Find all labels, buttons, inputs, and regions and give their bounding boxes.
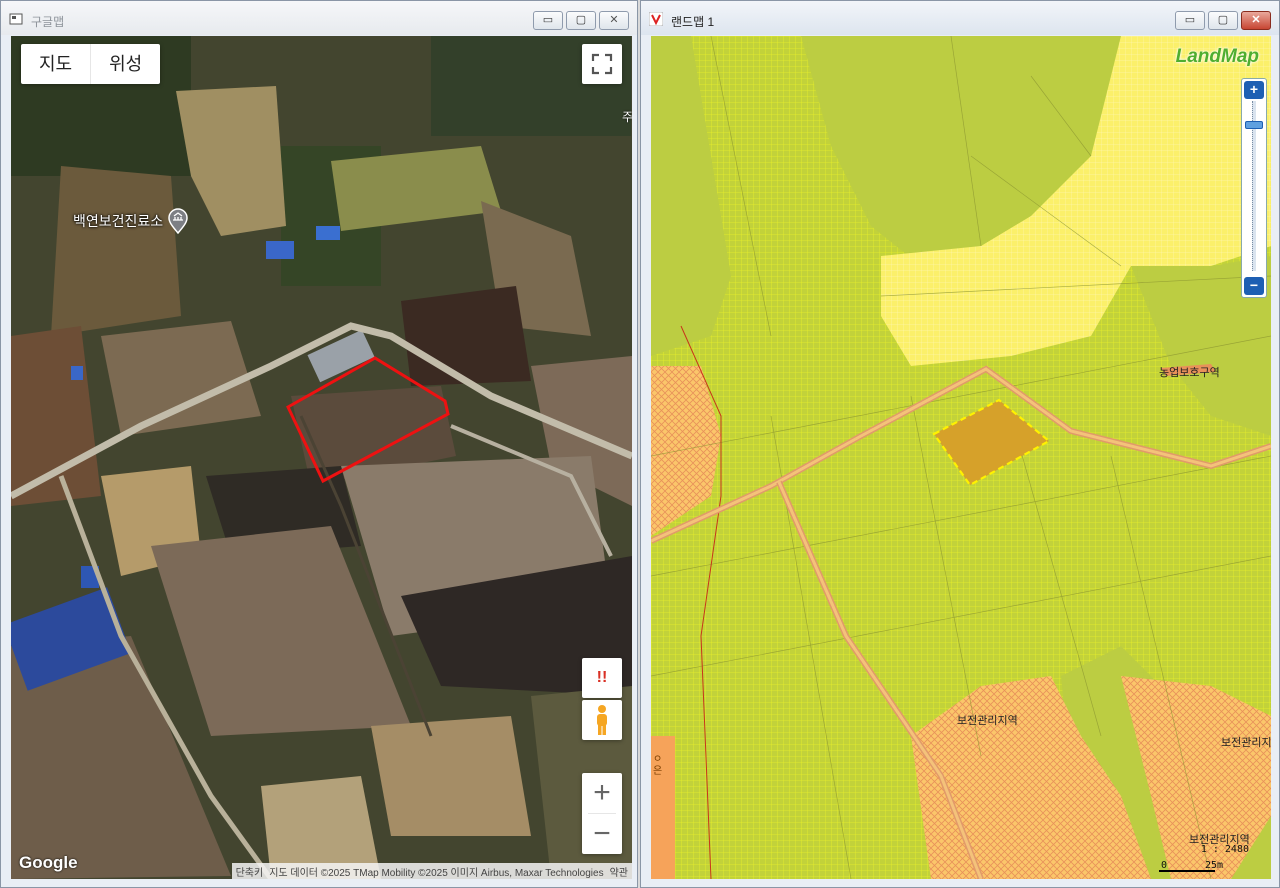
map-type-satellite-button[interactable]: 위성 [91, 44, 160, 84]
pegman-button[interactable] [582, 700, 622, 740]
minimize-button[interactable]: ▭ [1175, 11, 1205, 30]
satellite-map[interactable]: 지도 위성 백연보건진료소 주 !! + − Google 단축키 지도 데이터… [11, 36, 632, 879]
terms-link[interactable]: 약관 [610, 864, 628, 879]
landmap-window: 랜드맵 1 ▭ ▢ ✕ LandMap + − 농업보호구역 보전관리지역 보전… [640, 0, 1280, 888]
google-map-window: 구글맵 ▭ ▢ ✕ 지도 위성 백연보건진료소 주 !! + − Google … [0, 0, 638, 888]
app-icon [9, 13, 23, 25]
map-type-map-button[interactable]: 지도 [21, 44, 90, 84]
poi-label: 백연보건진료소 [73, 213, 164, 229]
zone-label: 보전관리지역 [957, 715, 1018, 727]
landmark-pin-icon [168, 208, 188, 234]
landmap-logo: LandMap [1175, 46, 1259, 67]
maximize-button[interactable]: ▢ [566, 11, 596, 30]
maximize-button[interactable]: ▢ [1208, 11, 1238, 30]
zoom-out-button[interactable]: − [1244, 277, 1264, 295]
land-use-map[interactable]: LandMap + − 농업보호구역 보전관리지역 보전관리지 보전관리지역 ㅇ… [651, 36, 1271, 879]
map-type-control: 지도 위성 [21, 44, 161, 84]
scale-distance: 25m [1204, 860, 1223, 871]
edge-label: 주 [622, 110, 632, 124]
scale-ratio: 1 : 2480 [1200, 844, 1249, 855]
pegman-icon [597, 705, 607, 735]
fullscreen-button[interactable] [582, 44, 622, 84]
minimize-button[interactable]: ▭ [533, 11, 563, 30]
land-use-layer [651, 36, 1271, 879]
window-title: 구글맵 [31, 15, 65, 29]
scale-zero: 0 [1160, 860, 1167, 871]
scale-bar [1159, 870, 1215, 872]
titlebar[interactable]: 랜드맵 1 ▭ ▢ ✕ [641, 1, 1279, 35]
app-icon [649, 12, 663, 26]
edge-label: ㅇ은 [653, 754, 663, 777]
titlebar[interactable]: 구글맵 ▭ ▢ ✕ [1, 1, 637, 35]
zoom-out-button[interactable]: − [582, 814, 622, 854]
fullscreen-icon [591, 53, 613, 75]
close-button[interactable]: ✕ [599, 11, 629, 30]
zone-label: 보전관리지 [1221, 737, 1271, 749]
satellite-imagery [11, 36, 632, 879]
zoom-in-button[interactable]: + [582, 773, 622, 813]
zoom-slider-control: + − [1241, 78, 1267, 298]
poi-marker[interactable]: 백연보건진료소 [73, 208, 189, 234]
close-button[interactable]: ✕ [1241, 11, 1271, 30]
zoom-control: + − [582, 773, 622, 854]
alert-button[interactable]: !! [582, 658, 622, 698]
keyboard-shortcuts-link[interactable]: 단축키 [236, 864, 264, 879]
zoom-in-button[interactable]: + [1244, 81, 1264, 99]
zoom-thumb[interactable] [1245, 121, 1263, 129]
google-logo: Google [19, 853, 78, 872]
zone-label: 농업보호구역 [1159, 367, 1220, 379]
map-data-attribution[interactable]: 지도 데이터 ©2025 TMap Mobility ©2025 이미지 Air… [269, 864, 603, 879]
attribution-bar: 단축키 지도 데이터 ©2025 TMap Mobility ©2025 이미지… [231, 863, 632, 879]
window-title: 랜드맵 1 [671, 15, 715, 29]
